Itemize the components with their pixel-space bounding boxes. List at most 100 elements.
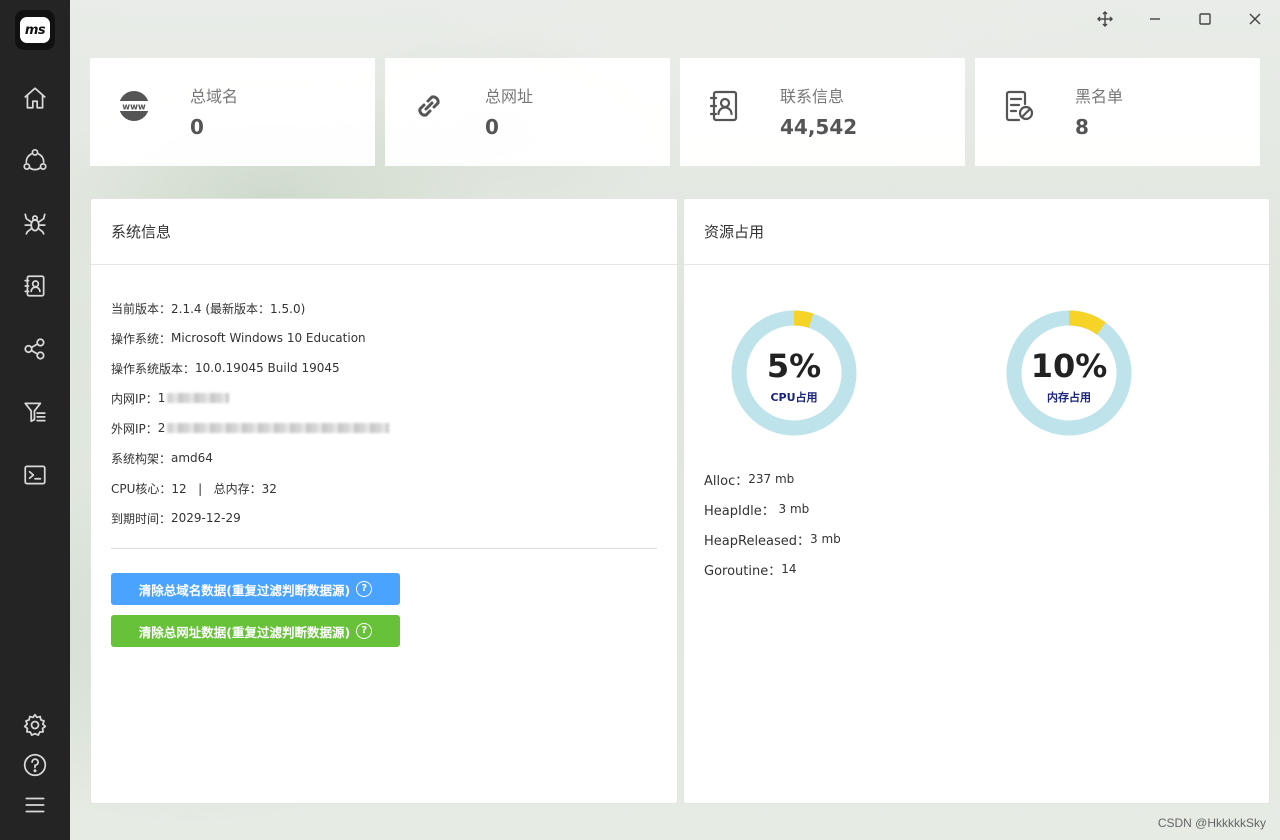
sidebar: ms <box>0 0 70 840</box>
sidebar-item-contacts[interactable] <box>15 266 55 306</box>
panel-title: 资源占用 <box>684 199 1269 265</box>
cpu-label: CPU占用 <box>770 391 818 404</box>
system-info-list: 当前版本： 2.1.4 (最新版本：1.5.0) 操作系统： Microsoft W… <box>91 265 677 533</box>
stat-label: 总域名 <box>190 87 239 106</box>
info-label: 操作系统版本： <box>111 361 196 376</box>
info-value: Microsoft Windows 10 Education <box>171 331 366 345</box>
stat-value: 0 <box>190 115 204 139</box>
redacted-ip <box>167 393 230 403</box>
www-icon: www <box>117 91 151 121</box>
info-value: 1 <box>157 391 166 405</box>
stat-row-value: 237 mb <box>748 472 795 486</box>
stat-label: 黑名单 <box>1075 87 1124 106</box>
stat-row-value: 14 <box>781 562 797 576</box>
share-nodes-icon <box>24 338 45 360</box>
minimize-icon <box>1150 18 1160 20</box>
sidebar-item-help[interactable] <box>15 745 55 785</box>
stat-row-value: 3 mb <box>810 532 841 546</box>
gear-icon <box>23 713 47 736</box>
sidebar-item-filter[interactable] <box>15 392 55 432</box>
info-row-arch: 系统构架： amd64 <box>111 443 677 473</box>
info-row-version: 当前版本： 2.1.4 (最新版本：1.5.0) <box>111 293 677 323</box>
contacts-icon <box>24 275 45 297</box>
stat-value: 44,542 <box>780 115 858 139</box>
divider <box>111 548 657 549</box>
memory-value: 10% <box>1030 347 1108 385</box>
resource-panel: 资源占用 5% CPU占用 10% 内存占用 Alloc： 237 mb Heap… <box>683 198 1270 804</box>
sidebar-item-home[interactable] <box>15 78 55 118</box>
stat-value: 8 <box>1075 115 1089 139</box>
stat-row-heapidle: HeapIdle： 3 mb <box>704 494 841 524</box>
redacted-ip <box>167 423 390 433</box>
info-value: 2 <box>157 421 166 435</box>
filter-icon <box>24 402 46 423</box>
info-row-os: 操作系统： Microsoft Windows 10 Education <box>111 323 677 353</box>
panel-title: 系统信息 <box>91 199 677 265</box>
help-icon[interactable]: ? <box>356 623 373 639</box>
close-button[interactable] <box>1240 4 1270 34</box>
info-row-cpu-mem: CPU核心： 12 | 总内存：32 <box>111 473 677 503</box>
move-icon <box>1097 11 1113 27</box>
info-value: 12 | 总内存：32 <box>171 481 277 496</box>
info-label: 当前版本： <box>111 301 172 316</box>
info-label: 系统构架： <box>111 451 172 466</box>
info-row-wan-ip: 外网IP： 2 <box>111 413 677 443</box>
runtime-stats: Alloc： 237 mb HeapIdle： 3 mb HeapReleased… <box>704 464 841 584</box>
stat-row-label: HeapReleased： <box>704 533 811 549</box>
clear-urls-button[interactable]: 清除总网址数据(重复过滤判断数据源) ? <box>111 615 400 647</box>
stat-row-goroutine: Goroutine： 14 <box>704 554 841 584</box>
logo-text: ms <box>20 17 50 43</box>
info-row-os-version: 操作系统版本： 10.0.19045 Build 19045 <box>111 353 677 383</box>
info-value: amd64 <box>171 451 213 465</box>
memory-gauge: 10% 内存占用 <box>1005 309 1133 437</box>
help-icon <box>23 753 47 777</box>
info-label: 操作系统： <box>111 331 172 346</box>
move-window-button[interactable] <box>1090 4 1120 34</box>
sidebar-item-share[interactable] <box>15 329 55 369</box>
info-row-expiry: 到期时间： 2029-12-29 <box>111 503 677 533</box>
info-label: 到期时间： <box>111 511 172 526</box>
help-icon[interactable]: ? <box>356 581 373 597</box>
link-icon <box>418 95 440 117</box>
sidebar-item-network[interactable] <box>15 140 55 180</box>
contact-book-icon <box>709 90 738 122</box>
stat-row-heapreleased: HeapReleased： 3 mb <box>704 524 841 554</box>
stat-card-urls[interactable]: 总网址 0 <box>385 58 670 166</box>
stat-row-label: Alloc： <box>704 473 749 489</box>
system-info-panel: 系统信息 当前版本： 2.1.4 (最新版本：1.5.0) 操作系统： Micros… <box>90 198 678 804</box>
memory-label: 内存占用 <box>1047 391 1091 404</box>
spider-icon <box>24 213 46 235</box>
button-label: 清除总域名数据(重复过滤判断数据源) <box>138 582 351 598</box>
stat-row-label: HeapIdle： <box>704 503 775 519</box>
network-icon <box>23 148 47 171</box>
blacklist-icon <box>1005 90 1034 122</box>
stat-row-label: Goroutine： <box>704 563 782 579</box>
button-label: 清除总网址数据(重复过滤判断数据源) <box>138 624 351 640</box>
stat-row-alloc: Alloc： 237 mb <box>704 464 841 494</box>
info-label: 外网IP： <box>111 421 158 436</box>
maximize-icon <box>1199 13 1211 25</box>
stat-card-domains[interactable]: www 总域名 0 <box>90 58 375 166</box>
stat-value: 0 <box>485 115 499 139</box>
watermark: CSDN @HkkkkkSky <box>1157 816 1266 830</box>
clear-domains-button[interactable]: 清除总域名数据(重复过滤判断数据源) ? <box>111 573 400 605</box>
sidebar-item-menu[interactable] <box>15 785 55 825</box>
info-row-lan-ip: 内网IP： 1 <box>111 383 677 413</box>
sidebar-item-spider[interactable] <box>15 203 55 243</box>
home-icon <box>24 87 46 109</box>
close-icon <box>1249 13 1261 25</box>
stat-label: 联系信息 <box>780 87 845 106</box>
minimize-button[interactable] <box>1140 4 1170 34</box>
info-value: 2029-12-29 <box>171 511 241 525</box>
stat-card-contacts[interactable]: 联系信息 44,542 <box>680 58 965 166</box>
svg-text:www: www <box>122 103 146 113</box>
stat-label: 总网址 <box>485 87 534 106</box>
terminal-icon <box>24 465 46 485</box>
sidebar-item-terminal[interactable] <box>15 455 55 495</box>
sidebar-item-settings[interactable] <box>15 705 55 745</box>
menu-icon <box>25 797 45 813</box>
maximize-button[interactable] <box>1190 4 1220 34</box>
app-logo: ms <box>15 10 55 50</box>
stat-card-blacklist[interactable]: 黑名单 8 <box>975 58 1260 166</box>
stat-row-value: 3 mb <box>774 502 810 516</box>
